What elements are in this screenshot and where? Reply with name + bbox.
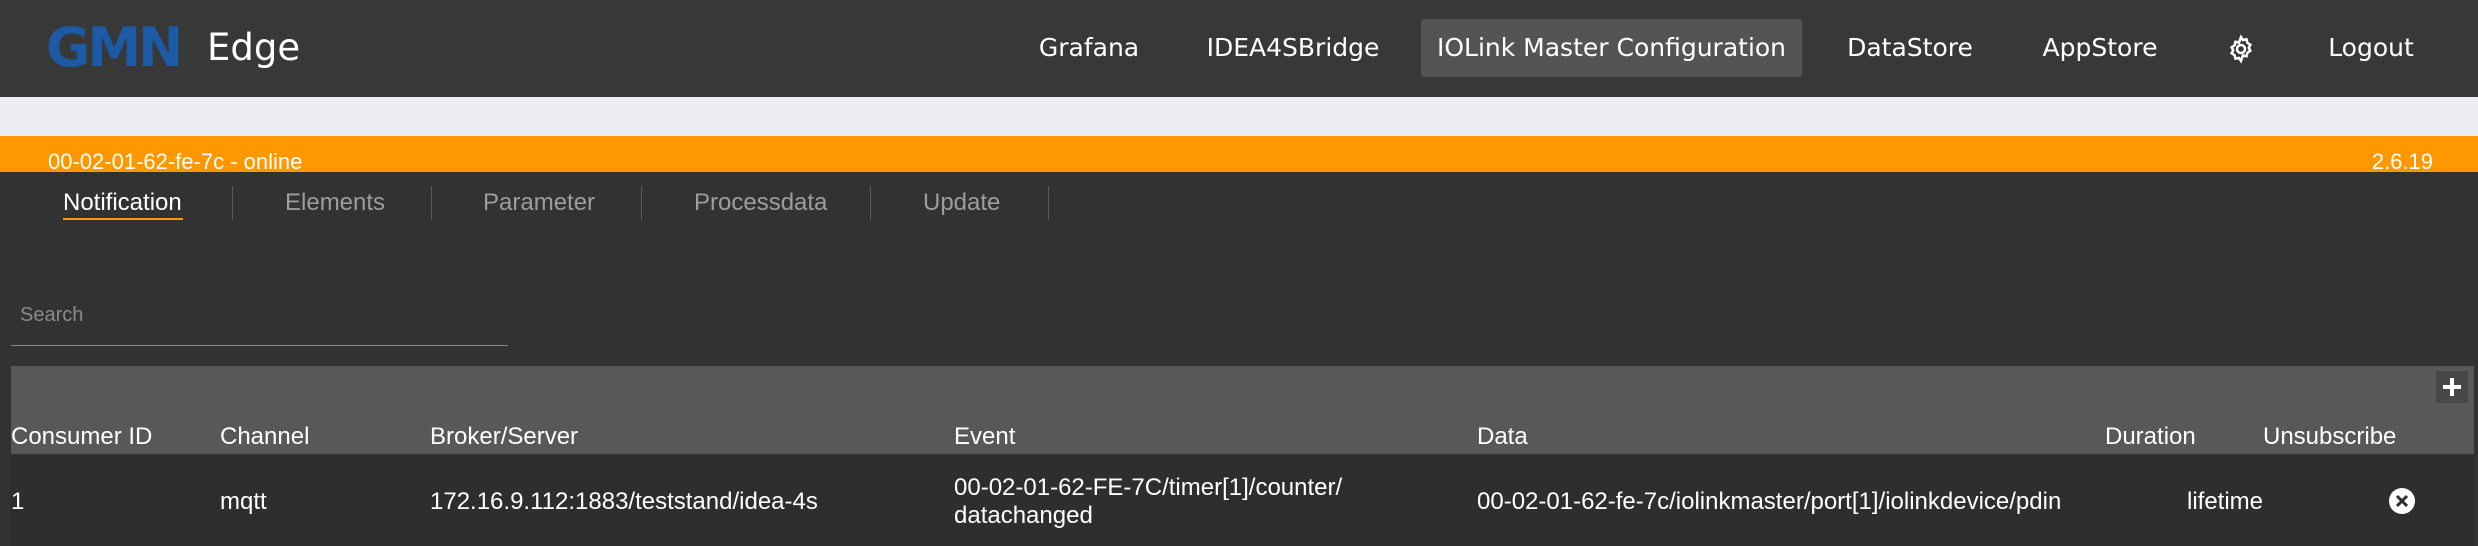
tab-parameter[interactable]: Parameter xyxy=(483,186,595,220)
active-tab-indicator xyxy=(63,218,183,220)
close-icon[interactable] xyxy=(2387,486,2417,516)
cell-data: 00-02-01-62-fe-7c/iolinkmaster/port[1]/i… xyxy=(1477,488,2062,515)
column-header-broker-server[interactable]: Broker/Server xyxy=(430,423,578,451)
column-header-consumer-id[interactable]: Consumer ID xyxy=(11,423,152,451)
search-input[interactable] xyxy=(11,286,508,346)
nav-item-idea4sbridge[interactable]: IDEA4SBridge xyxy=(1203,19,1383,77)
tab-elements[interactable]: Elements xyxy=(285,186,385,220)
column-header-unsubscribe[interactable]: Unsubscribe xyxy=(2263,423,2396,451)
tab-divider xyxy=(870,186,871,220)
device-version: 2.6.19 xyxy=(2371,149,2433,174)
nav-item-logout[interactable]: Logout xyxy=(2316,19,2426,77)
brand-logo[interactable]: GMN xyxy=(46,18,183,78)
nav-item-iolink-master-configuration[interactable]: IOLink Master Configuration xyxy=(1421,19,1802,77)
top-navbar: GMN Edge Grafana IDEA4SBridge IOLink Mas… xyxy=(0,0,2478,98)
plus-icon xyxy=(2443,378,2461,396)
nav-item-datastore[interactable]: DataStore xyxy=(1840,19,1980,77)
tab-processdata[interactable]: Processdata xyxy=(694,186,827,220)
tab-divider xyxy=(641,186,642,220)
nav-item-grafana[interactable]: Grafana xyxy=(1027,19,1151,77)
column-header-data[interactable]: Data xyxy=(1477,423,1528,451)
column-header-duration[interactable]: Duration xyxy=(2105,423,2196,451)
page-spacer xyxy=(0,97,2478,136)
tab-update[interactable]: Update xyxy=(923,186,1000,220)
tab-divider xyxy=(1048,186,1049,220)
device-status-bar: 00-02-01-62-fe-7c - online 2.6.19 xyxy=(0,136,2478,174)
cell-consumer-id: 1 xyxy=(11,488,25,515)
cell-broker-server: 172.16.9.112:1883/teststand/idea-4s xyxy=(430,488,818,515)
nav-item-appstore[interactable]: AppStore xyxy=(2030,19,2170,77)
tab-divider xyxy=(431,186,432,220)
cell-channel: mqtt xyxy=(220,488,267,515)
column-header-channel[interactable]: Channel xyxy=(220,423,309,451)
device-status-text: 00-02-01-62-fe-7c - online xyxy=(48,149,303,174)
column-header-event[interactable]: Event xyxy=(954,423,1015,451)
cell-event: 00-02-01-62-FE-7C/timer[1]/counter/ data… xyxy=(954,474,1343,529)
gear-icon[interactable] xyxy=(2226,34,2256,64)
tab-notification[interactable]: Notification xyxy=(63,186,182,220)
add-subscription-button[interactable] xyxy=(2436,371,2468,403)
brand-product-name[interactable]: Edge xyxy=(207,24,300,72)
cell-duration: lifetime xyxy=(2187,488,2264,515)
tab-divider xyxy=(232,186,233,220)
